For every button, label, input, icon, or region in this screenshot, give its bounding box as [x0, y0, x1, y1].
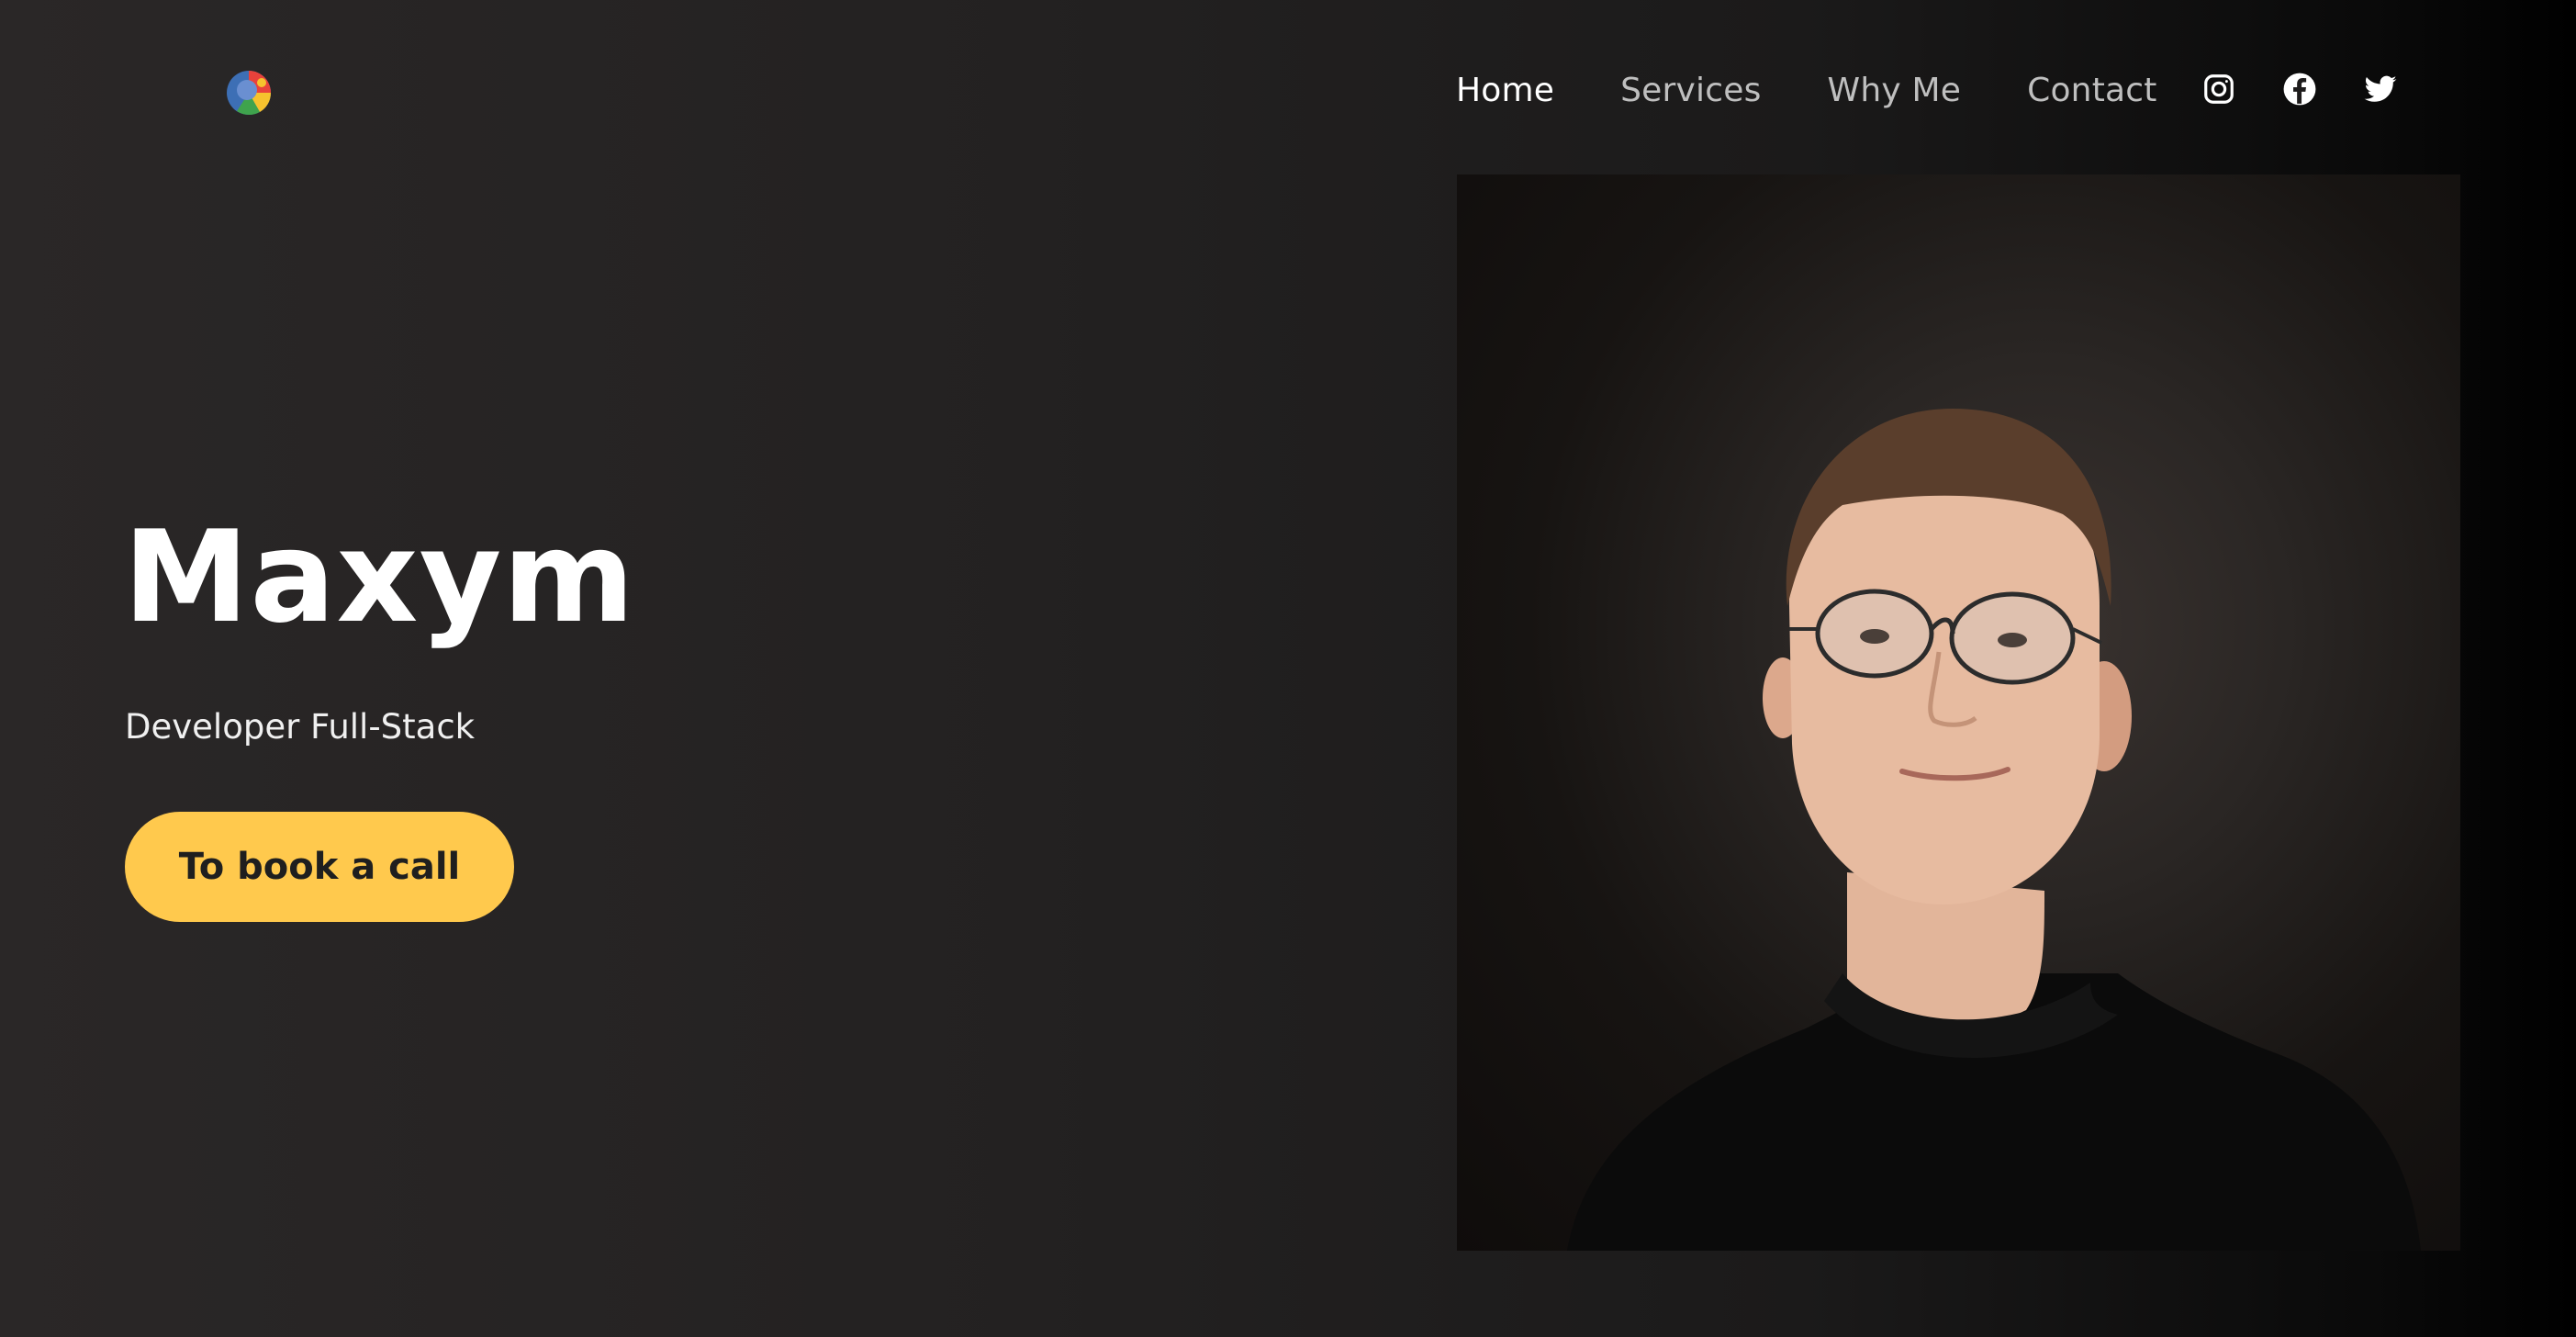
portrait-photo — [1457, 174, 2460, 1251]
book-call-button[interactable]: To book a call — [125, 812, 514, 922]
twitter-icon[interactable] — [2363, 72, 2398, 107]
nav-services[interactable]: Services — [1620, 72, 1761, 109]
nav-home[interactable]: Home — [1456, 72, 1554, 109]
hero-role: Developer Full-Stack — [125, 707, 476, 747]
nav-why-me[interactable]: Why Me — [1828, 72, 1962, 109]
nav-contact[interactable]: Contact — [2027, 72, 2156, 109]
hero-name: Maxym — [123, 503, 636, 651]
header: Home Services Why Me Contact — [0, 0, 2576, 174]
facebook-icon[interactable] — [2282, 72, 2317, 107]
social-links — [2201, 72, 2398, 107]
instagram-icon[interactable] — [2201, 72, 2236, 107]
logo-icon[interactable] — [220, 62, 277, 119]
main-nav: Home Services Why Me Contact — [1456, 64, 2223, 116]
